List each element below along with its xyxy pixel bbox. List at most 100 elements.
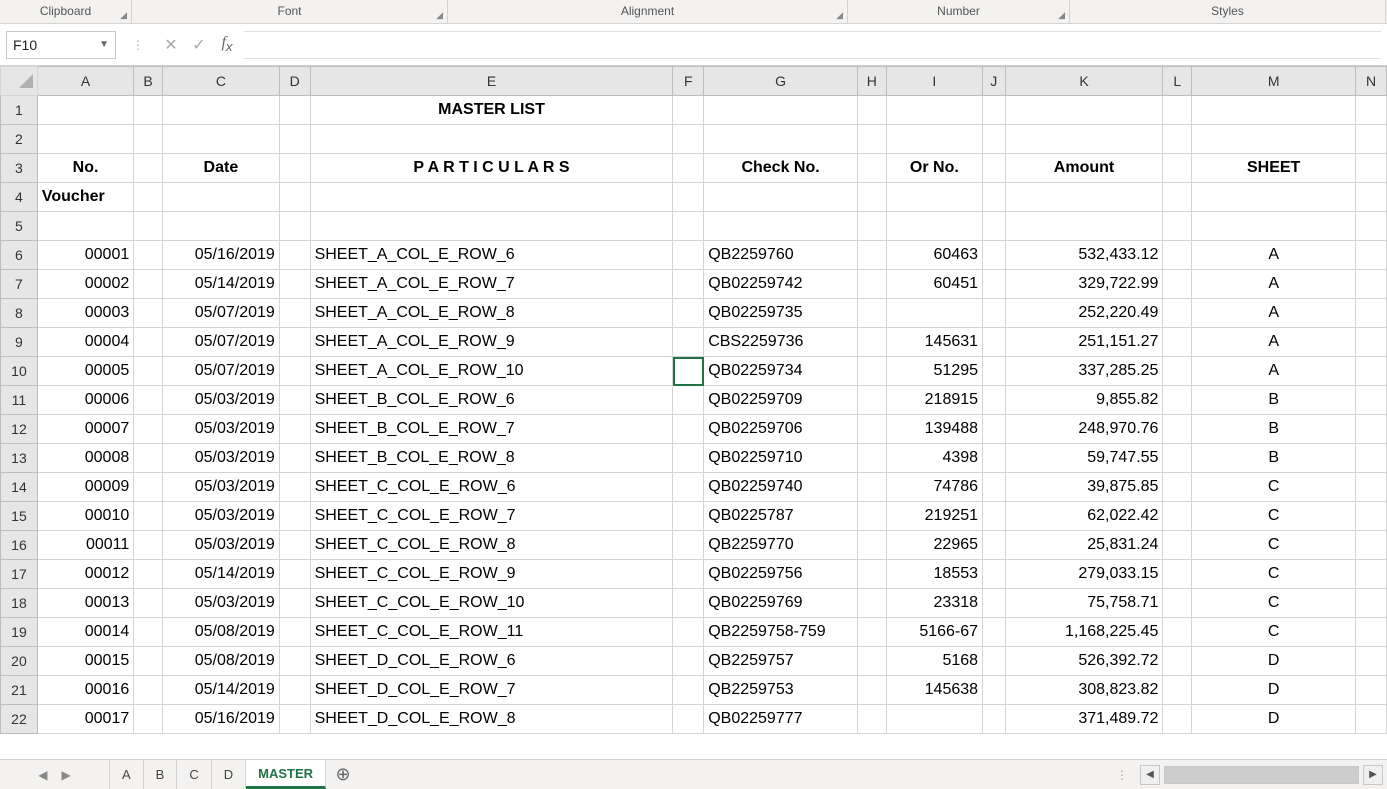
cell-C21[interactable]: 05/14/2019 xyxy=(162,676,279,705)
cell-D17[interactable] xyxy=(279,560,310,589)
cell-F6[interactable] xyxy=(673,241,704,270)
cell-H2[interactable] xyxy=(857,125,886,154)
cell-B6[interactable] xyxy=(134,241,163,270)
cell-H10[interactable] xyxy=(857,357,886,386)
cell-B5[interactable] xyxy=(134,212,163,241)
cell-B22[interactable] xyxy=(134,705,163,734)
cell-H16[interactable] xyxy=(857,531,886,560)
cell-H7[interactable] xyxy=(857,270,886,299)
cell-A3[interactable]: No. xyxy=(37,154,133,183)
cell-B12[interactable] xyxy=(134,415,163,444)
cell-N18[interactable] xyxy=(1356,589,1387,618)
cell-C10[interactable]: 05/07/2019 xyxy=(162,357,279,386)
cell-C5[interactable] xyxy=(162,212,279,241)
row-header[interactable]: 8 xyxy=(1,299,38,328)
spreadsheet-grid[interactable]: ABCDEFGHIJKLMN 1MASTER LIST23No.DateP A … xyxy=(0,66,1387,734)
cell-E18[interactable]: SHEET_C_COL_E_ROW_10 xyxy=(310,589,673,618)
cell-J14[interactable] xyxy=(983,473,1006,502)
cell-D19[interactable] xyxy=(279,618,310,647)
cell-B3[interactable] xyxy=(134,154,163,183)
cell-M16[interactable]: C xyxy=(1192,531,1356,560)
cell-E11[interactable]: SHEET_B_COL_E_ROW_6 xyxy=(310,386,673,415)
cell-N20[interactable] xyxy=(1356,647,1387,676)
cancel-icon[interactable]: ✕ xyxy=(162,35,180,55)
cell-I11[interactable]: 218915 xyxy=(886,386,982,415)
tab-nav-next-icon[interactable]: ▶ xyxy=(62,768,71,782)
cell-I9[interactable]: 145631 xyxy=(886,328,982,357)
cell-M1[interactable] xyxy=(1192,96,1356,125)
enter-icon[interactable]: ✓ xyxy=(190,35,208,55)
cell-H18[interactable] xyxy=(857,589,886,618)
cell-A22[interactable]: 00017 xyxy=(37,705,133,734)
row-header[interactable]: 21 xyxy=(1,676,38,705)
cell-D15[interactable] xyxy=(279,502,310,531)
cell-I6[interactable]: 60463 xyxy=(886,241,982,270)
cell-L20[interactable] xyxy=(1163,647,1192,676)
cell-N12[interactable] xyxy=(1356,415,1387,444)
cell-I19[interactable]: 5166-67 xyxy=(886,618,982,647)
select-all-corner[interactable] xyxy=(1,67,38,96)
cell-N13[interactable] xyxy=(1356,444,1387,473)
cell-H17[interactable] xyxy=(857,560,886,589)
cell-E9[interactable]: SHEET_A_COL_E_ROW_9 xyxy=(310,328,673,357)
cell-M13[interactable]: B xyxy=(1192,444,1356,473)
formula-input[interactable] xyxy=(244,31,1381,59)
cell-C22[interactable]: 05/16/2019 xyxy=(162,705,279,734)
cell-K12[interactable]: 248,970.76 xyxy=(1005,415,1163,444)
cell-H21[interactable] xyxy=(857,676,886,705)
cell-K18[interactable]: 75,758.71 xyxy=(1005,589,1163,618)
cell-L3[interactable] xyxy=(1163,154,1192,183)
cell-M3[interactable]: SHEET xyxy=(1192,154,1356,183)
cell-L9[interactable] xyxy=(1163,328,1192,357)
cell-A14[interactable]: 00009 xyxy=(37,473,133,502)
cell-L1[interactable] xyxy=(1163,96,1192,125)
cell-K7[interactable]: 329,722.99 xyxy=(1005,270,1163,299)
cell-E4[interactable] xyxy=(310,183,673,212)
cell-C13[interactable]: 05/03/2019 xyxy=(162,444,279,473)
cell-G5[interactable] xyxy=(704,212,858,241)
cell-B7[interactable] xyxy=(134,270,163,299)
cell-E22[interactable]: SHEET_D_COL_E_ROW_8 xyxy=(310,705,673,734)
cell-A8[interactable]: 00003 xyxy=(37,299,133,328)
cell-A5[interactable] xyxy=(37,212,133,241)
cell-D1[interactable] xyxy=(279,96,310,125)
col-header-F[interactable]: F xyxy=(673,67,704,96)
cell-M11[interactable]: B xyxy=(1192,386,1356,415)
cell-D12[interactable] xyxy=(279,415,310,444)
cell-M2[interactable] xyxy=(1192,125,1356,154)
cell-G13[interactable]: QB02259710 xyxy=(704,444,858,473)
cell-C4[interactable] xyxy=(162,183,279,212)
cell-H1[interactable] xyxy=(857,96,886,125)
cell-L11[interactable] xyxy=(1163,386,1192,415)
cell-L14[interactable] xyxy=(1163,473,1192,502)
cell-D5[interactable] xyxy=(279,212,310,241)
cell-D22[interactable] xyxy=(279,705,310,734)
cell-C17[interactable]: 05/14/2019 xyxy=(162,560,279,589)
row-header[interactable]: 12 xyxy=(1,415,38,444)
cell-L2[interactable] xyxy=(1163,125,1192,154)
cell-F5[interactable] xyxy=(673,212,704,241)
cell-F18[interactable] xyxy=(673,589,704,618)
cell-K2[interactable] xyxy=(1005,125,1163,154)
cell-D2[interactable] xyxy=(279,125,310,154)
cell-J18[interactable] xyxy=(983,589,1006,618)
cell-C11[interactable]: 05/03/2019 xyxy=(162,386,279,415)
cell-A17[interactable]: 00012 xyxy=(37,560,133,589)
cell-G9[interactable]: CBS2259736 xyxy=(704,328,858,357)
cell-F19[interactable] xyxy=(673,618,704,647)
sheet-tab-C[interactable]: C xyxy=(177,760,211,789)
cell-K13[interactable]: 59,747.55 xyxy=(1005,444,1163,473)
cell-I12[interactable]: 139488 xyxy=(886,415,982,444)
cell-C6[interactable]: 05/16/2019 xyxy=(162,241,279,270)
cell-A11[interactable]: 00006 xyxy=(37,386,133,415)
cell-J13[interactable] xyxy=(983,444,1006,473)
cell-C12[interactable]: 05/03/2019 xyxy=(162,415,279,444)
cell-H22[interactable] xyxy=(857,705,886,734)
cell-C1[interactable] xyxy=(162,96,279,125)
cell-A4[interactable]: Voucher xyxy=(37,183,133,212)
cell-J22[interactable] xyxy=(983,705,1006,734)
col-header-G[interactable]: G xyxy=(704,67,858,96)
cell-A15[interactable]: 00010 xyxy=(37,502,133,531)
cell-F10[interactable] xyxy=(673,357,704,386)
cell-I22[interactable] xyxy=(886,705,982,734)
